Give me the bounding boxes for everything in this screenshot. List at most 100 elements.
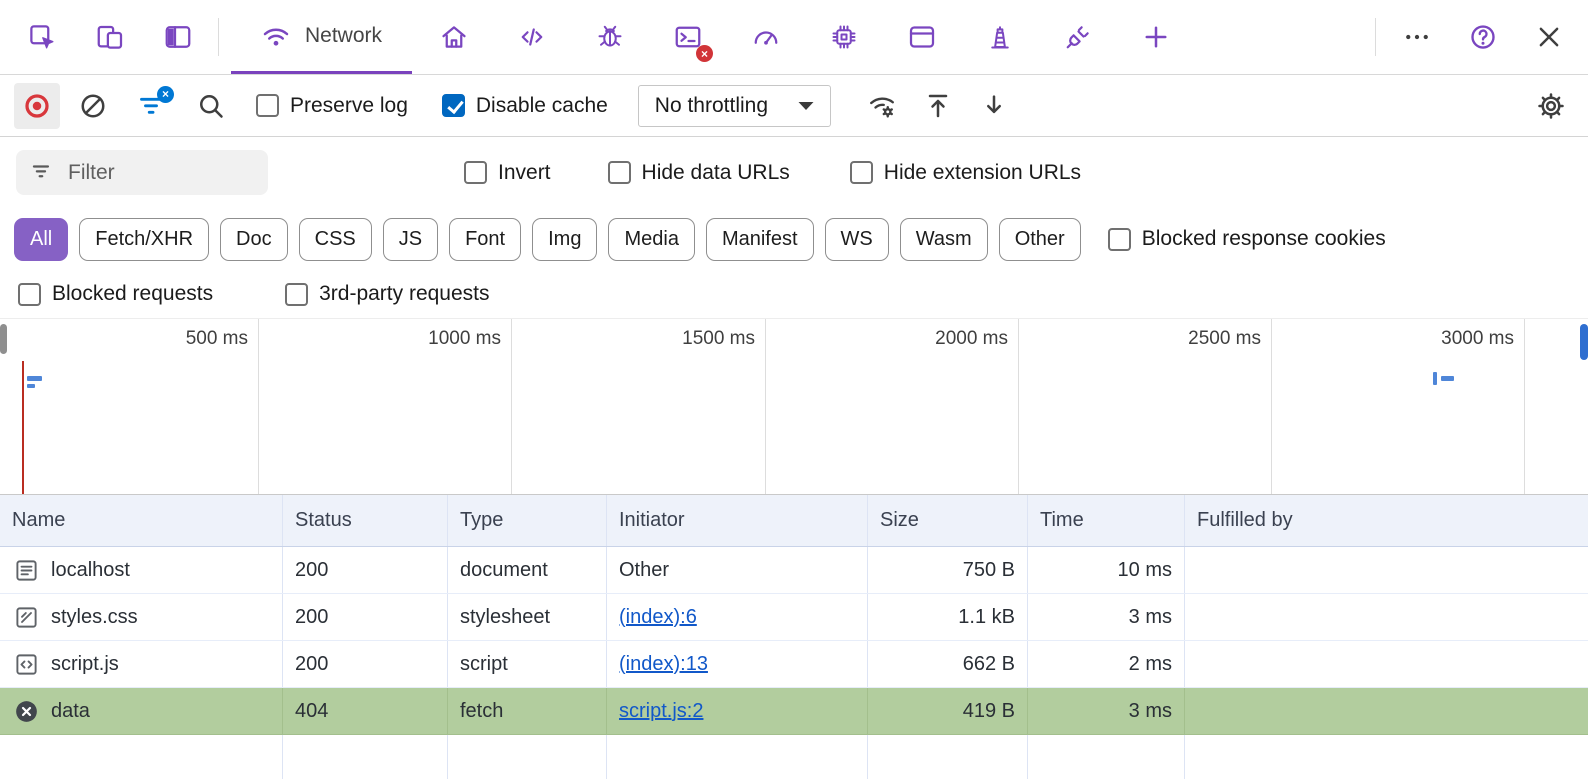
request-fulfilled-by xyxy=(1185,547,1588,593)
column-header-type[interactable]: Type xyxy=(448,495,607,546)
hide-data-urls-box[interactable] xyxy=(607,161,631,184)
type-chip-doc[interactable]: Doc xyxy=(220,217,288,261)
timeline-overview[interactable]: 500 ms 1000 ms 1500 ms 2000 ms 2500 ms 3000 m… xyxy=(0,318,1588,495)
settings-button[interactable] xyxy=(1528,83,1574,129)
timeline-request-bar xyxy=(1433,372,1437,385)
attach-button[interactable] xyxy=(1052,9,1104,65)
column-header-time[interactable]: Time xyxy=(1028,495,1185,546)
column-header-status[interactable]: Status xyxy=(283,495,448,546)
filter-input[interactable] xyxy=(68,160,228,185)
device-emulation-button[interactable] xyxy=(84,9,136,65)
timeline-tick-label: 2500 ms xyxy=(1188,328,1261,349)
request-name-cell: localhost xyxy=(0,547,283,593)
type-chip-media[interactable]: Media xyxy=(608,217,695,261)
import-har-icon xyxy=(923,91,953,121)
inspect-button[interactable] xyxy=(16,9,68,65)
close-icon xyxy=(1534,22,1564,52)
request-initiator: (index):6 xyxy=(607,594,868,640)
disable-cache-checkbox[interactable]: Disable cache xyxy=(441,94,608,118)
timeline-right-grip[interactable] xyxy=(1580,324,1588,360)
performance-icon xyxy=(751,22,781,52)
column-header-name[interactable]: Name xyxy=(0,495,283,546)
type-chip-img[interactable]: Img xyxy=(532,217,598,261)
invert-checkbox[interactable]: Invert xyxy=(464,161,551,185)
console-error-badge: × xyxy=(696,45,714,62)
timeline-gridline xyxy=(1018,319,1019,494)
network-toolbar: × Preserve log Disable cache No throttli… xyxy=(0,75,1588,137)
request-row-script.js[interactable]: script.js 200 script (index):13 662 B2 ms xyxy=(0,641,1588,688)
record-button[interactable] xyxy=(14,82,60,129)
timeline-left-grip[interactable] xyxy=(0,324,7,354)
hide-extension-urls-box[interactable] xyxy=(849,161,873,184)
type-chip-font[interactable]: Font xyxy=(449,217,522,261)
request-row-data[interactable]: data 404 fetch script.js:2 419 B3 ms xyxy=(0,688,1588,735)
preserve-log-box[interactable] xyxy=(256,94,279,117)
column-header-size[interactable]: Size xyxy=(868,495,1028,546)
timeline-tick-label: 3000 ms xyxy=(1441,328,1514,349)
type-chip-ws[interactable]: WS xyxy=(824,217,889,261)
help-button[interactable] xyxy=(1450,9,1516,65)
application-button[interactable] xyxy=(896,9,948,65)
type-chip-manifest[interactable]: Manifest xyxy=(705,217,814,261)
type-chip-other[interactable]: Other xyxy=(998,217,1081,261)
sources-button[interactable] xyxy=(506,9,558,65)
invert-box[interactable] xyxy=(464,161,487,184)
filter-input-wrapper[interactable] xyxy=(16,150,268,195)
third-party-requests-box[interactable] xyxy=(285,282,309,306)
initiator-link[interactable]: (index):6 xyxy=(619,606,697,629)
type-chip-js[interactable]: JS xyxy=(382,217,439,261)
panel-layout-button[interactable] xyxy=(152,9,204,65)
blocked-requests-box[interactable] xyxy=(18,282,41,306)
network-conditions-button[interactable] xyxy=(859,83,905,129)
blocked-requests-checkbox[interactable]: Blocked requests xyxy=(18,282,213,306)
clear-button[interactable] xyxy=(70,83,116,129)
script-icon xyxy=(13,651,40,678)
preserve-log-checkbox[interactable]: Preserve log xyxy=(256,94,408,118)
third-party-requests-checkbox[interactable]: 3rd-party requests xyxy=(285,282,490,306)
more-options-button[interactable] xyxy=(1384,9,1450,65)
filter-toggle-button[interactable]: × xyxy=(128,83,174,129)
hide-extension-urls-checkbox[interactable]: Hide extension URLs xyxy=(849,161,1081,185)
requests-table: Name Status Type Initiator Size Time Fulfilled… xyxy=(0,495,1588,779)
timeline-tick-label: 2000 ms xyxy=(935,328,1008,349)
lighthouse-button[interactable] xyxy=(974,9,1026,65)
tabbar-right-controls xyxy=(1367,9,1588,65)
request-name-cell: script.js xyxy=(0,641,283,687)
request-size: 419 B xyxy=(868,688,1028,734)
tab-network[interactable]: Network xyxy=(231,0,413,74)
request-row-styles.css[interactable]: styles.css 200 stylesheet (index):6 1.1 kB 3 … xyxy=(0,594,1588,641)
column-header-initiator[interactable]: Initiator xyxy=(607,495,868,546)
memory-button[interactable] xyxy=(818,9,870,65)
import-har-button[interactable] xyxy=(915,83,961,129)
type-chip-fetch-xhr[interactable]: Fetch/XHR xyxy=(79,217,210,261)
filter-active-badge: × xyxy=(157,85,174,103)
settings-gear-icon xyxy=(1536,91,1566,121)
type-chip-all[interactable]: All xyxy=(14,217,69,261)
type-chip-wasm[interactable]: Wasm xyxy=(899,217,988,261)
request-row-localhost[interactable]: localhost 200 document Other 750 B 10 ms xyxy=(0,547,1588,594)
add-tab-button[interactable] xyxy=(1130,9,1182,65)
request-status: 200 xyxy=(283,641,448,687)
home-button[interactable] xyxy=(428,9,480,65)
search-button[interactable] xyxy=(188,83,234,129)
type-chip-css[interactable]: CSS xyxy=(298,217,372,261)
column-header-fulfilled-by[interactable]: Fulfilled by xyxy=(1185,495,1588,546)
console-button[interactable]: × xyxy=(662,9,714,65)
close-button[interactable] xyxy=(1516,9,1582,65)
disable-cache-box[interactable] xyxy=(441,94,465,117)
sources-icon xyxy=(517,22,547,52)
throttling-value: No throttling xyxy=(654,93,769,117)
initiator-link[interactable]: script.js:2 xyxy=(619,700,703,723)
type-filter-row: All Fetch/XHR Doc CSS JS Font Img Media Manifest… xyxy=(0,208,1588,270)
blocked-response-cookies-checkbox[interactable]: Blocked response cookies xyxy=(1107,227,1386,251)
debugger-button[interactable] xyxy=(584,9,636,65)
export-har-button[interactable] xyxy=(971,83,1017,129)
hide-data-urls-checkbox[interactable]: Hide data URLs xyxy=(607,161,790,185)
performance-button[interactable] xyxy=(740,9,792,65)
initiator-link[interactable]: (index):13 xyxy=(619,653,708,676)
request-status: 200 xyxy=(283,594,448,640)
throttling-select[interactable]: No throttling xyxy=(637,84,832,127)
wifi-gear-icon xyxy=(867,91,897,121)
window-controls-mount xyxy=(1384,9,1582,65)
blocked-response-cookies-box[interactable] xyxy=(1107,227,1131,251)
